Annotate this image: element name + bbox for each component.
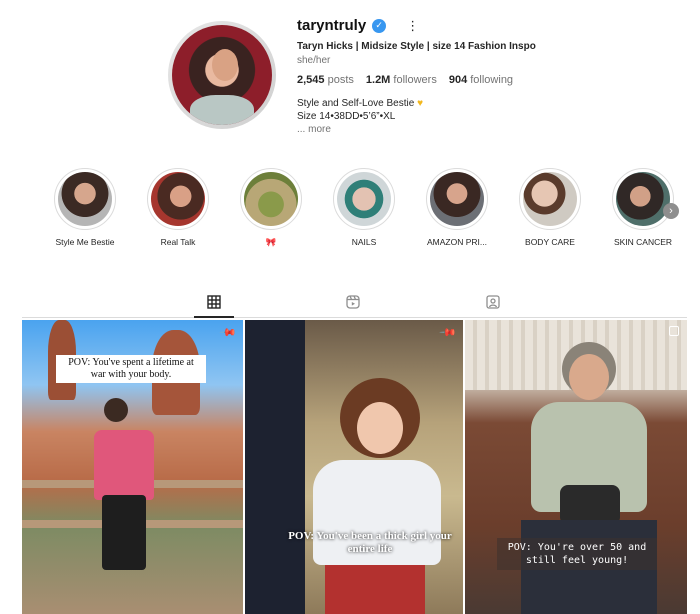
highlight-cover xyxy=(58,172,112,226)
post-caption: POV: You're over 50 and still feel young… xyxy=(497,538,657,570)
post-tile-1[interactable]: POV: You've spent a lifetime at war with… xyxy=(22,320,243,614)
followers-count[interactable]: 1.2M followers xyxy=(366,74,437,86)
pin-icon: 📌 xyxy=(438,323,457,342)
highlight-cover xyxy=(430,172,484,226)
highlight-label: Style Me Bestie xyxy=(55,237,115,247)
post-caption: POV: You've been a thick girl your entir… xyxy=(288,530,452,555)
highlight-real-talk[interactable]: Real Talk xyxy=(133,168,223,247)
highlight-cover xyxy=(523,172,577,226)
yellow-heart-icon: ♥ xyxy=(417,98,424,109)
more-options-icon[interactable]: ⋮ xyxy=(406,18,419,34)
profile-tabs xyxy=(0,293,700,315)
profile-stats: 2,545 posts 1.2M followers 904 following xyxy=(297,74,513,86)
posts-count: 2,545 posts xyxy=(297,74,354,86)
avatar-photo xyxy=(172,25,272,125)
highlight-style-me-bestie[interactable]: Style Me Bestie xyxy=(40,168,130,247)
carousel-icon xyxy=(669,326,679,336)
tagged-icon[interactable] xyxy=(484,293,502,311)
highlight-amazon-prime[interactable]: AMAZON PRI... xyxy=(412,168,502,247)
username-row: taryntruly ✓ ⋮ xyxy=(297,17,419,34)
highlight-label: BODY CARE xyxy=(525,237,575,247)
reels-icon[interactable] xyxy=(344,293,362,311)
highlight-label: SKIN CANCER xyxy=(613,237,673,247)
highlight-body-care[interactable]: BODY CARE xyxy=(505,168,595,247)
bio: Style and Self-Love Bestie ♥ Size 14•38D… xyxy=(297,97,423,136)
tabs-divider xyxy=(22,317,687,318)
highlight-bow[interactable]: 🎀 xyxy=(226,168,316,248)
pin-icon: 📌 xyxy=(218,323,237,342)
highlight-label: AMAZON PRI... xyxy=(427,237,487,247)
highlights-next-icon[interactable]: › xyxy=(663,203,679,219)
highlight-cover xyxy=(151,172,205,226)
highlight-cover xyxy=(244,172,298,226)
post-caption: POV: You've spent a lifetime at war with… xyxy=(56,355,206,383)
pronouns: she/her xyxy=(297,55,331,66)
bio-more-link[interactable]: ... more xyxy=(297,123,423,136)
story-highlights: Style Me Bestie Real Talk 🎀 NAILS AMAZON… xyxy=(0,168,700,258)
highlight-label: Real Talk xyxy=(160,237,196,247)
posts-grid-icon[interactable] xyxy=(205,293,223,311)
highlight-label: NAILS xyxy=(351,237,377,247)
post-tile-2[interactable]: POV: You've been a thick girl your entir… xyxy=(245,320,463,614)
highlight-label: 🎀 xyxy=(265,237,277,247)
bio-line-1: Style and Self-Love Bestie xyxy=(297,98,415,109)
bio-line-2: Size 14•38DD•5’6”•XL xyxy=(297,111,396,122)
verified-badge-icon: ✓ xyxy=(372,18,387,33)
active-tab-indicator xyxy=(194,316,234,318)
highlight-cover xyxy=(337,172,391,226)
full-name: Taryn Hicks | Midsize Style | size 14 Fa… xyxy=(297,41,536,52)
post-tile-3[interactable]: POV: You're over 50 and still feel young… xyxy=(465,320,687,614)
highlight-nails[interactable]: NAILS xyxy=(319,168,409,247)
username[interactable]: taryntruly xyxy=(297,17,366,34)
profile-avatar[interactable] xyxy=(168,21,276,129)
highlight-cover xyxy=(616,172,670,226)
following-count[interactable]: 904 following xyxy=(449,74,513,86)
